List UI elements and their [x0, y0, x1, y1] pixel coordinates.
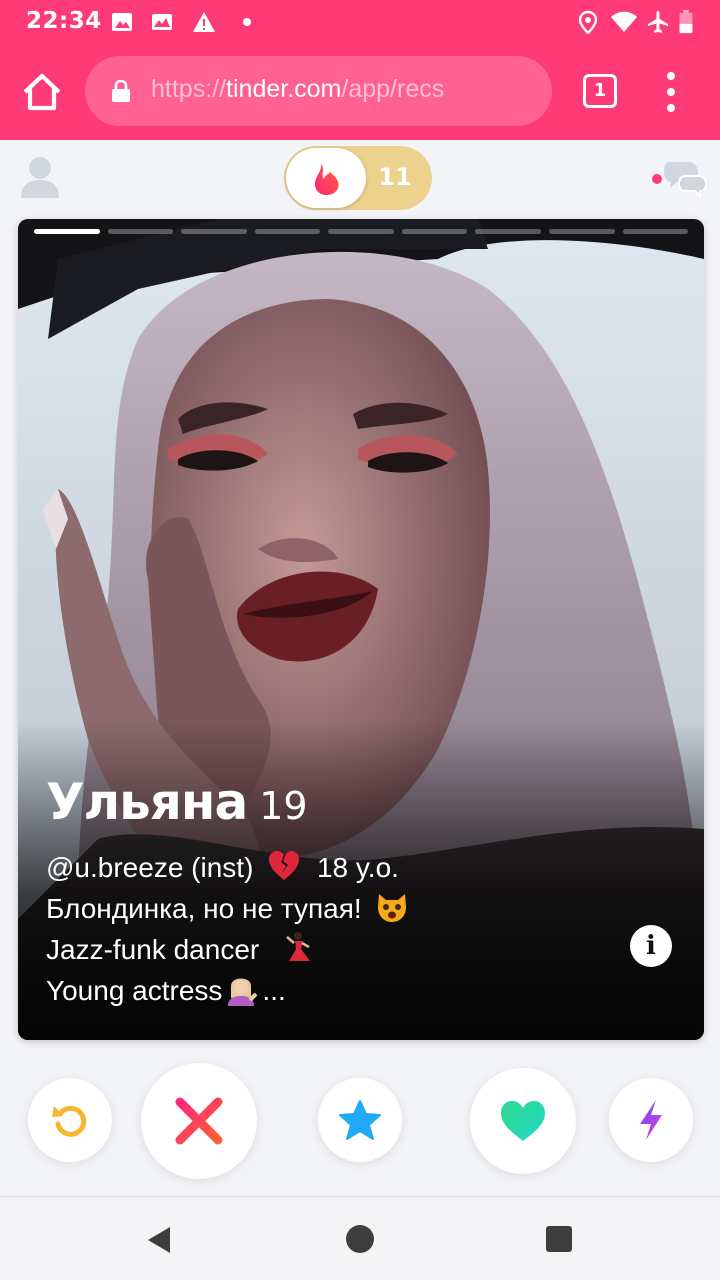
lock-icon: [112, 80, 130, 102]
flame-icon: [315, 164, 339, 195]
profile-card[interactable]: Ульяна 19 @u.breeze (inst) 18 y.o. Блонди…: [18, 219, 704, 1040]
super-like-button[interactable]: [318, 1078, 402, 1162]
profile-heading: Ульяна 19: [46, 773, 308, 831]
star-icon: [339, 1100, 381, 1140]
rewind-icon: [52, 1105, 87, 1137]
bio-line: Young actress...: [46, 970, 409, 1011]
close-icon: [175, 1097, 223, 1145]
dot-icon: [243, 18, 251, 26]
bio-line: Jazz-funk dancer: [46, 929, 409, 970]
profile-name: Ульяна: [46, 773, 248, 831]
dancer-icon: [286, 932, 310, 961]
rewind-button[interactable]: [28, 1078, 112, 1162]
bio-text: Young actress: [46, 975, 223, 1006]
tipping-hand-person-icon: [228, 978, 258, 1006]
toggle-knob[interactable]: [286, 148, 366, 208]
bio-text: @u.breeze (inst): [46, 852, 254, 883]
bolt-icon: [640, 1100, 662, 1140]
bio-line: Блондинка, но не тупая!: [46, 888, 409, 929]
likes-count: 11: [378, 163, 412, 191]
status-bar: 22:34: [0, 0, 720, 44]
photo-indicator-bar[interactable]: [401, 229, 468, 234]
wifi-icon: [611, 11, 637, 32]
battery-icon: [679, 10, 693, 34]
url-host: tinder.com: [226, 75, 342, 103]
browser-header: 22:34 https://tinder.com/app/recs 1: [0, 0, 720, 140]
address-bar[interactable]: https://tinder.com/app/recs: [85, 56, 552, 126]
photo-indicator-bar[interactable]: [622, 229, 689, 234]
info-button[interactable]: i: [630, 925, 672, 967]
bio-text: 18 y.o.: [316, 852, 399, 883]
photo-indicator-bar[interactable]: [34, 229, 100, 234]
airplane-mode-icon: [648, 11, 668, 33]
profile-icon[interactable]: [20, 155, 60, 199]
home-button-icon[interactable]: [346, 1225, 374, 1253]
more-vert-icon[interactable]: [654, 70, 688, 114]
profile-bio: @u.breeze (inst) 18 y.o. Блондинка, но н…: [46, 847, 409, 1011]
location-icon: [578, 10, 598, 34]
boost-button[interactable]: [609, 1078, 693, 1162]
image-icon: [112, 13, 132, 31]
tabs-button[interactable]: 1: [583, 74, 617, 108]
likes-toggle[interactable]: 11: [284, 146, 432, 210]
nope-button[interactable]: [141, 1063, 257, 1179]
recents-icon[interactable]: [546, 1226, 572, 1252]
url-text: https://tinder.com/app/recs: [151, 75, 444, 104]
url-row: https://tinder.com/app/recs 1: [0, 56, 720, 126]
warning-icon: [193, 12, 215, 32]
weary-cat-icon: [378, 894, 407, 922]
bio-text: ...: [262, 975, 286, 1006]
profile-age: 19: [259, 784, 308, 828]
photo-indicator-bar[interactable]: [328, 229, 394, 234]
photo-icon: [152, 14, 172, 30]
status-time: 22:34: [26, 8, 102, 34]
bio-text: Блондинка, но не тупая!: [46, 893, 362, 924]
photo-indicator-bar[interactable]: [254, 229, 321, 234]
back-icon[interactable]: [146, 1225, 172, 1255]
photo-indicator-bar[interactable]: [475, 229, 541, 234]
home-icon[interactable]: [20, 70, 64, 114]
messages-icon[interactable]: [650, 158, 706, 202]
bio-text: Jazz-funk dancer: [46, 934, 260, 965]
url-path: /app/recs: [341, 75, 445, 103]
heart-icon: [501, 1101, 545, 1141]
photo-indicator-bar[interactable]: [181, 229, 247, 234]
photo-indicator: [34, 229, 689, 235]
system-nav-bar: [0, 1196, 720, 1280]
bio-line: @u.breeze (inst) 18 y.o.: [46, 847, 409, 888]
like-button[interactable]: [470, 1068, 576, 1174]
photo-indicator-bar[interactable]: [548, 229, 615, 234]
url-scheme: https://: [151, 75, 227, 103]
photo-indicator-bar[interactable]: [107, 229, 174, 234]
broken-heart-icon: [269, 851, 300, 880]
